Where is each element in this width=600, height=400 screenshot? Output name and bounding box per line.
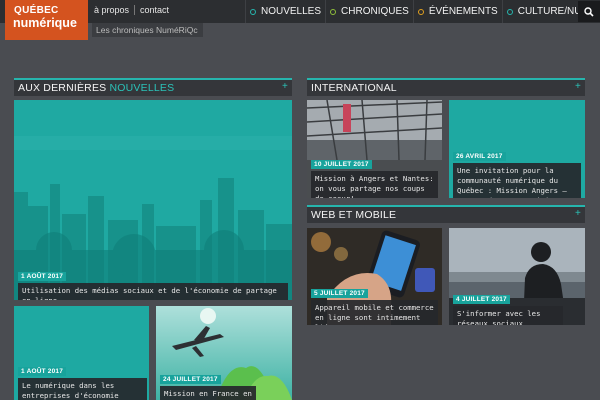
site-subtitle: Les chroniques NuméRiQc <box>92 23 203 37</box>
section-title: Aux dernières <box>18 82 110 94</box>
nav-dot-icon <box>330 8 337 15</box>
nav-label: Événements <box>428 6 498 17</box>
logo-line1: QUÉBEC <box>14 5 59 16</box>
article-caption: 5 JUILLET 2017 Appareil mobile et commer… <box>311 282 438 325</box>
about-link[interactable]: à propos <box>94 5 129 15</box>
nav-dot-icon <box>250 8 256 15</box>
plus-icon[interactable]: + <box>575 208 581 219</box>
article-card[interactable]: 5 JUILLET 2017 Appareil mobile et commer… <box>307 228 442 325</box>
site-logo[interactable]: QUÉBEC numérique <box>5 0 88 40</box>
nav-item-evenements[interactable]: Événements <box>412 0 502 23</box>
top-links: à propos contact <box>94 5 169 15</box>
nav-label: Nouvelles <box>261 6 322 17</box>
article-card[interactable]: 26 AVRIL 2017 Une invitation pour la com… <box>449 100 585 198</box>
section-title: International <box>311 82 397 94</box>
date-badge: 24 JUILLET 2017 <box>160 375 221 384</box>
article-card[interactable]: 4 JUILLET 2017 S'informer avec les résea… <box>449 228 585 325</box>
contact-link[interactable]: contact <box>140 5 169 15</box>
article-card[interactable]: 24 JUILLET 2017 Mission en France en sep… <box>156 306 292 400</box>
section-header-international[interactable]: International + <box>307 78 585 96</box>
plus-icon[interactable]: + <box>282 81 288 92</box>
logo-line2: numérique <box>13 16 77 30</box>
nav-item-chroniques[interactable]: Chroniques <box>325 0 413 23</box>
article-caption: 1 AOÛT 2017 Le numérique dans les entrep… <box>18 360 147 400</box>
date-badge: 1 AOÛT 2017 <box>18 272 67 281</box>
article-caption: 24 JUILLET 2017 Mission en France en sep… <box>160 368 256 400</box>
article-title[interactable]: Une invitation pour la communauté numéri… <box>453 163 581 198</box>
date-badge: 26 AVRIL 2017 <box>453 152 506 161</box>
article-title[interactable]: S'informer avec les réseaux sociaux <box>453 306 563 325</box>
article-card[interactable]: 1 AOÛT 2017 Le numérique dans les entrep… <box>14 306 149 400</box>
search-button[interactable] <box>578 1 600 22</box>
article-caption: 1 AOÛT 2017 Utilisation des médias socia… <box>18 265 288 300</box>
nav-label: Chroniques <box>341 6 409 17</box>
article-caption: 4 JUILLET 2017 S'informer avec les résea… <box>453 288 563 325</box>
search-icon <box>584 6 594 17</box>
article-title[interactable]: Mission en France en septembre <box>160 386 256 400</box>
article-title[interactable]: Mission à Angers et Nantes: on vous part… <box>311 171 438 198</box>
nav-dot-icon <box>506 8 513 15</box>
plus-icon[interactable]: + <box>575 81 581 92</box>
nav-item-nouvelles[interactable]: Nouvelles <box>245 0 325 23</box>
main-nav: Nouvelles Chroniques Événements Culture/… <box>245 0 600 23</box>
link-divider <box>134 5 136 15</box>
section-title-accent: nouvelles <box>109 82 175 94</box>
date-badge: 4 JUILLET 2017 <box>453 295 510 304</box>
article-card[interactable]: 10 JUILLET 2017 Mission à Angers et Nant… <box>307 100 442 198</box>
date-badge: 1 AOÛT 2017 <box>18 367 67 376</box>
nav-dot-icon <box>417 8 424 15</box>
section-header-web-mobile[interactable]: Web et mobile + <box>307 205 585 223</box>
article-card[interactable]: 1 AOÛT 2017 Utilisation des médias socia… <box>14 100 292 300</box>
article-title[interactable]: Utilisation des médias sociaux et de l'é… <box>18 283 288 300</box>
article-title[interactable]: Le numérique dans les entreprises d'écon… <box>18 378 147 400</box>
article-title[interactable]: Appareil mobile et commerce en ligne son… <box>311 300 438 325</box>
date-badge: 5 JUILLET 2017 <box>311 289 368 298</box>
section-title: Web et mobile <box>311 209 397 221</box>
article-caption: 26 AVRIL 2017 Une invitation pour la com… <box>453 145 581 198</box>
date-badge: 10 JUILLET 2017 <box>311 160 372 169</box>
section-header-nouvelles[interactable]: Aux dernières nouvelles + <box>14 78 292 96</box>
article-caption: 10 JUILLET 2017 Mission à Angers et Nant… <box>311 153 438 198</box>
